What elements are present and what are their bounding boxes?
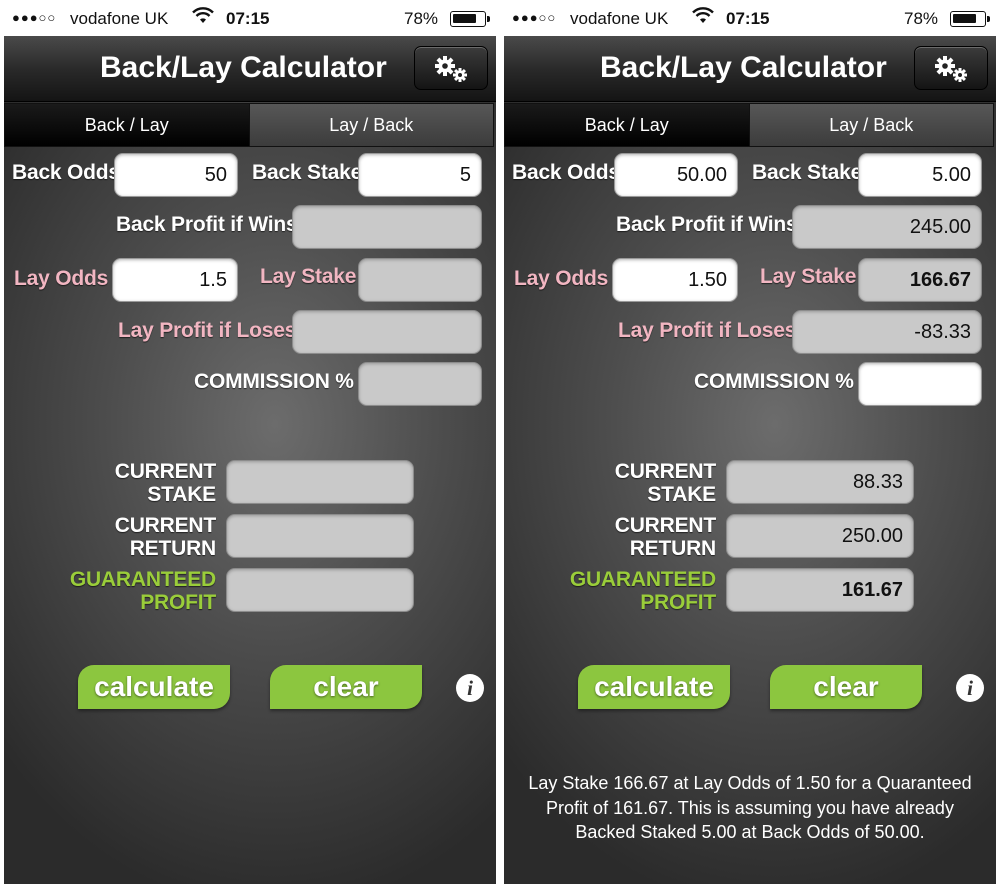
gears-icon [935, 56, 967, 82]
gears-icon [435, 56, 467, 82]
battery-level [453, 14, 476, 23]
calculate-button[interactable]: calculate [578, 665, 730, 709]
carrier-name: vodafone UK [570, 9, 669, 28]
tab-lay-back[interactable]: Lay / Back [748, 104, 993, 146]
calculate-button[interactable]: calculate [78, 665, 230, 709]
back-odds-label: Back Odds [12, 161, 120, 184]
back-odds-input[interactable]: 50 [114, 153, 238, 197]
commission-input[interactable] [358, 362, 482, 406]
clock: 07:15 [726, 9, 770, 28]
back-profit-label: Back Profit if Wins [116, 213, 298, 236]
settings-button[interactable] [914, 46, 988, 90]
guaranteed-profit-label: GUARANTEED PROFIT [64, 568, 216, 614]
clock: 07:15 [226, 9, 270, 28]
back-stake-label: Back Stake [252, 161, 363, 184]
commission-input[interactable] [858, 362, 982, 406]
result-message: Lay Stake 166.67 at Lay Odds of 1.50 for… [528, 773, 972, 842]
guaranteed-profit-label-line1: GUARANTEED [569, 568, 716, 591]
lay-profit-output: -83.33 [792, 310, 982, 354]
current-return-label: CURRENT RETURN [104, 514, 216, 560]
navigation-bar: Back/Lay Calculator [504, 36, 996, 102]
current-return-label-line1: CURRENT [114, 514, 216, 537]
mode-tabs: Back / Lay Lay / Back [504, 103, 994, 147]
current-stake-output: 88.33 [726, 460, 914, 504]
tab-back-lay[interactable]: Back / Lay [505, 104, 749, 146]
current-stake-label-line1: CURRENT [614, 460, 716, 483]
back-stake-input[interactable]: 5.00 [858, 153, 982, 197]
back-profit-output: 245.00 [792, 205, 982, 249]
back-stake-input[interactable]: 5 [358, 153, 482, 197]
guaranteed-profit-label: GUARANTEED PROFIT [564, 568, 716, 614]
guaranteed-profit-label-line2: PROFIT [640, 591, 716, 614]
lay-stake-output: 166.67 [858, 258, 982, 302]
page-title: Back/Lay Calculator [600, 51, 887, 84]
wifi-icon [192, 7, 214, 30]
lay-odds-label: Lay Odds [514, 267, 609, 290]
current-stake-label: CURRENT STAKE [104, 460, 216, 506]
current-return-output: 250.00 [726, 514, 914, 558]
signal-strength: ●●●○○ [512, 10, 557, 25]
back-odds-input[interactable]: 50.00 [614, 153, 738, 197]
status-bar: ●●●○○ vodafone UK 07:15 78% [504, 0, 996, 36]
commission-label: COMMISSION % [694, 370, 854, 393]
current-stake-label: CURRENT STAKE [604, 460, 716, 506]
page-title: Back/Lay Calculator [100, 51, 387, 84]
back-profit-output [292, 205, 482, 249]
current-return-label: CURRENT RETURN [604, 514, 716, 560]
battery-percent: 78% [904, 9, 939, 28]
lay-odds-label: Lay Odds [14, 267, 109, 290]
battery-percent: 78% [404, 9, 439, 28]
back-odds-label: Back Odds [512, 161, 620, 184]
guaranteed-profit-label-line2: PROFIT [140, 591, 216, 614]
lay-profit-label: Lay Profit if Loses [118, 319, 297, 342]
current-stake-label-line1: CURRENT [114, 460, 216, 483]
guaranteed-profit-label-line1: GUARANTEED [69, 568, 216, 591]
battery-icon [450, 11, 490, 27]
guaranteed-profit-output: 161.67 [726, 568, 914, 612]
mode-tabs: Back / Lay Lay / Back [4, 103, 494, 147]
navigation-bar: Back/Lay Calculator [4, 36, 496, 102]
lay-odds-input[interactable]: 1.50 [612, 258, 738, 302]
current-return-output [226, 514, 414, 558]
lay-stake-label: Lay Stake [260, 265, 357, 288]
carrier-name: vodafone UK [70, 9, 169, 28]
clear-button[interactable]: clear [770, 665, 922, 709]
current-stake-label-line2: STAKE [647, 483, 716, 506]
tab-back-lay[interactable]: Back / Lay [5, 104, 249, 146]
current-return-label-line2: RETURN [129, 537, 216, 560]
lay-stake-label: Lay Stake [760, 265, 857, 288]
back-stake-label: Back Stake [752, 161, 863, 184]
phone-screen-after-calculation: ●●●○○ vodafone UK 07:15 78% Back/Lay Cal… [504, 0, 996, 884]
wifi-icon [692, 7, 714, 30]
battery-icon [950, 11, 990, 27]
battery-level [953, 14, 976, 23]
status-bar: ●●●○○ vodafone UK 07:15 78% [4, 0, 496, 36]
guaranteed-profit-output [226, 568, 414, 612]
settings-button[interactable] [414, 46, 488, 90]
current-return-label-line1: CURRENT [614, 514, 716, 537]
info-icon[interactable]: i [956, 674, 984, 702]
back-profit-label: Back Profit if Wins [616, 213, 798, 236]
current-stake-label-line2: STAKE [147, 483, 216, 506]
signal-strength: ●●●○○ [12, 10, 57, 25]
current-return-label-line2: RETURN [629, 537, 716, 560]
info-icon[interactable]: i [456, 674, 484, 702]
lay-stake-output [358, 258, 482, 302]
phone-screen-before-calculation: ●●●○○ vodafone UK 07:15 78% Back/Lay Cal… [4, 0, 496, 884]
tab-lay-back[interactable]: Lay / Back [248, 104, 493, 146]
lay-profit-output [292, 310, 482, 354]
current-stake-output [226, 460, 414, 504]
clear-button[interactable]: clear [270, 665, 422, 709]
lay-odds-input[interactable]: 1.5 [112, 258, 238, 302]
lay-profit-label: Lay Profit if Loses [618, 319, 797, 342]
commission-label: COMMISSION % [194, 370, 354, 393]
